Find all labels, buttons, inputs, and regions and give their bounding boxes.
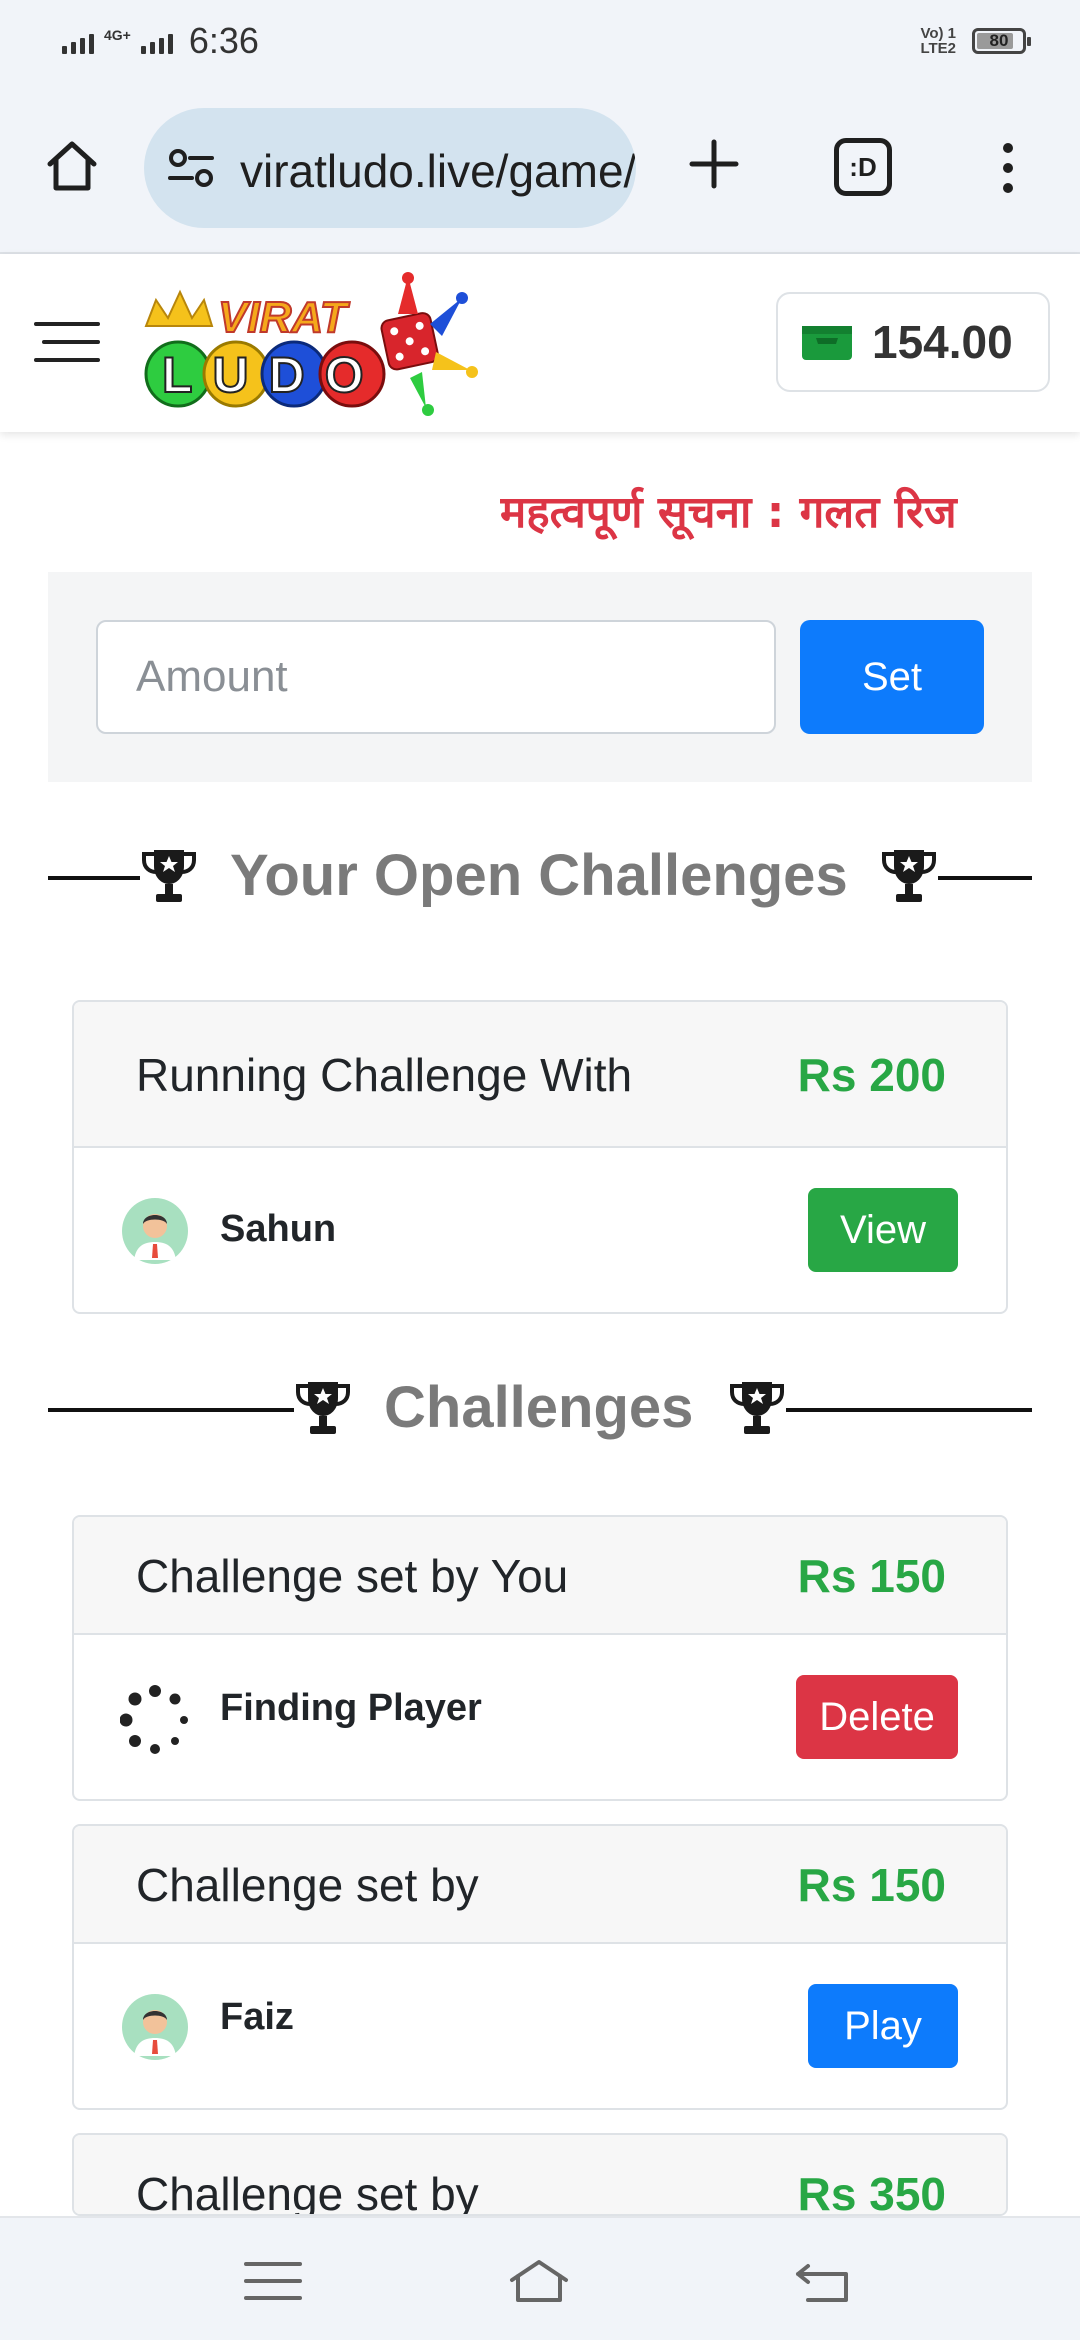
card-header: Running Challenge With Rs 200 [74, 1002, 1006, 1148]
avatar [122, 1198, 188, 1264]
set-challenge-panel: Set [48, 572, 1032, 782]
trophy-icon [730, 1382, 784, 1434]
important-notice-marquee: महत्वपूर्ण सूचना : गलत रिज [500, 487, 957, 538]
running-challenge-card: Running Challenge With Rs 200 Sahun View [72, 1000, 1008, 1314]
player-name: Sahun [220, 1208, 337, 1250]
battery-level: 80 [989, 31, 1009, 50]
play-button[interactable]: Play [808, 1984, 958, 2068]
card-amount: Rs 150 [797, 1550, 946, 1602]
loading-spinner-icon [120, 1685, 188, 1754]
site-logo[interactable]: VIRAT LUDO [140, 268, 490, 418]
status-right: Vo) 1 LTE2 80 [920, 25, 1031, 57]
address-bar[interactable]: viratludo.live/game/listing [144, 108, 636, 228]
delete-button[interactable]: Delete [796, 1675, 958, 1759]
challenges-title: Challenges [384, 1375, 694, 1440]
card-title: Running Challenge With [136, 1049, 633, 1101]
view-button[interactable]: View [808, 1188, 958, 1272]
player-name: Finding Player [220, 1687, 482, 1729]
divider-line [786, 1408, 1032, 1412]
card-amount: Rs 200 [797, 1049, 946, 1101]
volte-indicator: Vo) 1 LTE2 [920, 25, 956, 57]
card-body: Faiz Play [74, 1944, 1006, 2108]
open-challenges-heading: Your Open Challenges [48, 838, 1032, 918]
network-type: 4G+ [104, 27, 131, 43]
url-text[interactable]: viratludo.live/game/listing [240, 144, 636, 198]
signal-icon [62, 28, 94, 54]
divider-line [48, 1408, 294, 1412]
divider-line [48, 876, 140, 880]
challenge-card: Challenge set by You Rs 150 Finding Play… [72, 1515, 1008, 1801]
challenge-card: Challenge set by Rs 150 Faiz Play [72, 1824, 1008, 2110]
avatar [122, 1994, 188, 2060]
divider-line [938, 876, 1032, 880]
tab-switcher-button[interactable]: :D [834, 138, 892, 196]
status-time: 6:36 [188, 20, 259, 61]
challenge-card: Challenge set by Rs 350 [72, 2133, 1008, 2216]
card-header: Challenge set by Rs 350 [74, 2135, 1006, 2216]
card-header: Challenge set by You Rs 150 [74, 1517, 1006, 1635]
tab-switcher-label: :D [849, 151, 877, 182]
card-header: Challenge set by Rs 150 [74, 1826, 1006, 1944]
card-amount: Rs 350 [797, 2168, 946, 2216]
more-options-icon[interactable] [992, 140, 1024, 196]
amount-input[interactable] [96, 620, 776, 734]
browser-toolbar: viratludo.live/game/listing :D [0, 86, 1080, 254]
wallet-balance-button[interactable]: 154.00 [776, 292, 1050, 392]
player-name: Faiz [220, 1996, 294, 2038]
back-icon[interactable] [794, 2258, 856, 2304]
wallet-amount: 154.00 [872, 316, 1013, 368]
challenges-heading: Challenges [48, 1370, 1032, 1450]
wallet-icon [802, 326, 852, 360]
site-header: VIRAT LUDO 154.00 [0, 254, 1080, 432]
logo-top-text: VIRAT [218, 293, 350, 342]
signal-2-icon [140, 28, 173, 54]
set-button[interactable]: Set [800, 620, 984, 734]
home-icon[interactable] [42, 136, 102, 196]
new-tab-icon[interactable] [686, 136, 742, 192]
card-title: Challenge set by [136, 2168, 479, 2216]
battery-icon: 80 [972, 28, 1031, 54]
trophy-icon [882, 850, 936, 902]
card-title: Challenge set by [136, 1859, 479, 1911]
status-left: 4G+ 6:36 [62, 20, 259, 62]
trophy-icon [142, 850, 196, 902]
card-title: Challenge set by You [136, 1550, 569, 1602]
recent-apps-icon[interactable] [242, 2258, 304, 2304]
card-body: Finding Player Delete [74, 1635, 1006, 1799]
status-bar: 4G+ 6:36 Vo) 1 LTE2 80 [0, 0, 1080, 86]
open-challenges-title: Your Open Challenges [230, 843, 848, 908]
system-navigation-bar [0, 2216, 1080, 2340]
card-amount: Rs 150 [797, 1859, 946, 1911]
menu-icon[interactable] [34, 320, 100, 364]
card-body: Sahun View [74, 1148, 1006, 1312]
trophy-icon [296, 1382, 350, 1434]
logo-bottom-text: LUDO [162, 347, 384, 403]
home-nav-icon[interactable] [508, 2258, 570, 2304]
site-settings-icon[interactable] [168, 148, 214, 188]
